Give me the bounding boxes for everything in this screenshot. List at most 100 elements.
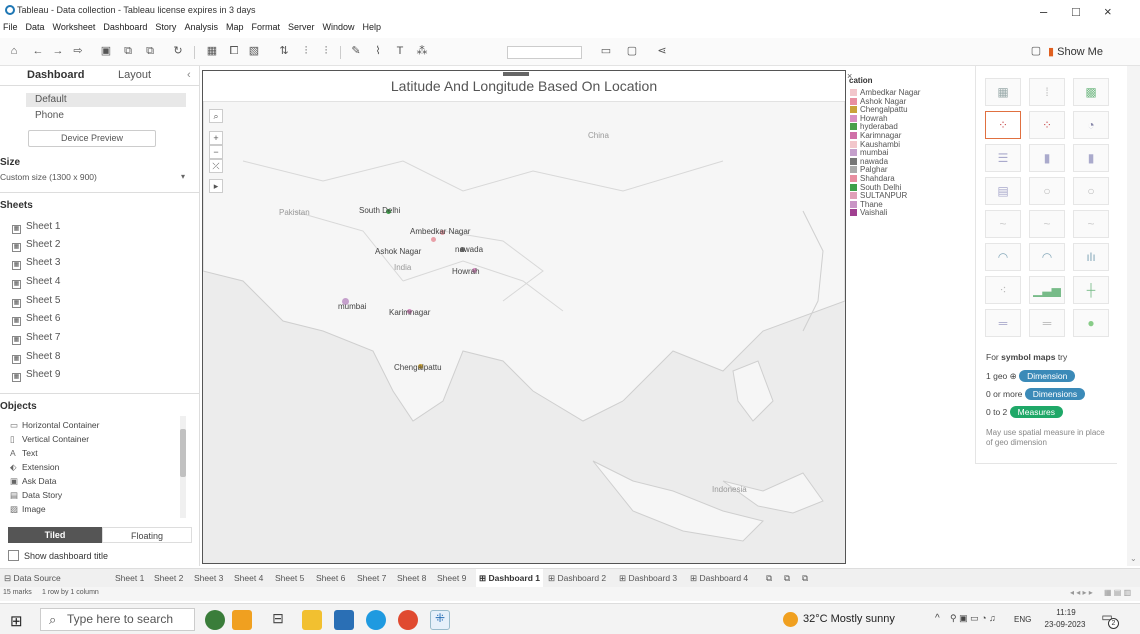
- sheet-item[interactable]: ▦ Sheet 3: [12, 257, 60, 270]
- tab-dashboard[interactable]: ⊞ Dashboard 3: [619, 573, 677, 584]
- tab-sheet[interactable]: Sheet 4: [234, 573, 263, 583]
- sheet-item[interactable]: ▦ Sheet 4: [12, 276, 60, 289]
- horizontal-bar-chart-icon[interactable]: ☰: [985, 144, 1021, 172]
- new-story-icon[interactable]: ⧉: [802, 573, 808, 584]
- menu-story[interactable]: Story: [155, 22, 176, 32]
- size-dropdown[interactable]: Custom size (1300 x 900): [0, 172, 97, 182]
- floating-button[interactable]: Floating: [102, 527, 192, 543]
- task-view-icon[interactable]: ⊟: [268, 610, 288, 630]
- sheet-item[interactable]: ▦ Sheet 5: [12, 295, 60, 308]
- side-by-side-bar-chart-icon[interactable]: ▮: [1073, 144, 1109, 172]
- save-icon[interactable]: ▣: [100, 45, 112, 57]
- text-table-chart-icon[interactable]: ▦: [985, 78, 1021, 106]
- taskbar-search[interactable]: ⌕ Type here to search: [40, 608, 195, 631]
- show-me-button[interactable]: ▮ Show Me: [1048, 45, 1103, 58]
- group-icon[interactable]: ⌇: [372, 45, 384, 57]
- tab-sheet[interactable]: Sheet 5: [275, 573, 304, 583]
- tab-dashboard[interactable]: Dashboard: [27, 69, 84, 81]
- zoom-in-button[interactable]: +: [209, 131, 223, 145]
- device-default[interactable]: Default: [26, 93, 186, 107]
- circle-view-chart-icon[interactable]: ○: [1029, 177, 1065, 205]
- tab-dashboard[interactable]: ⊞ Dashboard 4: [690, 573, 748, 584]
- reset-map-button[interactable]: ⤫: [209, 159, 223, 173]
- mail-icon[interactable]: [334, 610, 354, 630]
- line-discrete-chart-icon[interactable]: ~: [1029, 210, 1065, 238]
- packed-bubbles-chart-icon[interactable]: ●: [1073, 309, 1109, 337]
- treemap-chart-icon[interactable]: ▤: [985, 177, 1021, 205]
- menu-worksheet[interactable]: Worksheet: [53, 22, 96, 32]
- object-data-story[interactable]: ▤ Data Story: [10, 490, 62, 501]
- weather-text[interactable]: 32°C Mostly sunny: [803, 613, 895, 625]
- new-dashboard-icon[interactable]: ⧉: [784, 573, 790, 584]
- show-title-checkbox[interactable]: Show dashboard title: [8, 550, 108, 561]
- minimize-button[interactable]: –: [1040, 4, 1047, 19]
- redo-icon[interactable]: →: [52, 45, 64, 57]
- clock-time[interactable]: 11:19: [1046, 608, 1086, 617]
- object-image[interactable]: ▨ Image: [10, 504, 46, 515]
- tab-sheet[interactable]: Sheet 8: [397, 573, 426, 583]
- object-ask-data[interactable]: ▣ Ask Data: [10, 476, 57, 487]
- view-toggle-icon[interactable]: ▦ ▤ ▥: [1104, 588, 1131, 597]
- replace-data-icon[interactable]: ⇨: [72, 45, 84, 57]
- object-text[interactable]: A Text: [10, 448, 38, 458]
- maximize-button[interactable]: □: [1072, 4, 1080, 19]
- present-icon[interactable]: ▢: [1030, 45, 1042, 57]
- sheet-item[interactable]: ▦ Sheet 9: [12, 369, 60, 382]
- menu-server[interactable]: Server: [288, 22, 315, 32]
- undo-icon[interactable]: ←: [32, 45, 44, 57]
- device-phone[interactable]: Phone: [35, 110, 64, 121]
- object-extension[interactable]: ⬖ Extension: [10, 462, 59, 473]
- menu-map[interactable]: Map: [226, 22, 244, 32]
- tab-sheet[interactable]: Sheet 6: [316, 573, 345, 583]
- tableau-taskbar-icon[interactable]: ⁜: [430, 610, 450, 630]
- sort-asc-icon[interactable]: ⫶: [300, 45, 312, 57]
- chevron-down-icon[interactable]: ▾: [181, 172, 185, 181]
- refresh-icon[interactable]: ↻: [172, 45, 184, 57]
- map-tools-button[interactable]: ▸: [209, 179, 223, 193]
- app-icon[interactable]: [205, 610, 225, 630]
- box-plot-chart-icon[interactable]: ┼: [1073, 276, 1109, 304]
- tab-sheet[interactable]: Sheet 1: [115, 573, 144, 583]
- clock-date[interactable]: 23-09-2023: [1040, 620, 1090, 629]
- map-view[interactable]: China Pakistan India Indonesia South Del…: [203, 101, 845, 563]
- tooltip-icon[interactable]: ▢: [626, 45, 638, 57]
- side-by-side-circle-chart-icon[interactable]: ○: [1073, 177, 1109, 205]
- share-icon[interactable]: ⋖: [656, 45, 668, 57]
- tray-icons[interactable]: ⚲ ▣ ▭ ◔ ♫: [950, 613, 996, 624]
- symbol-map-chart-icon[interactable]: ⁘: [985, 111, 1021, 139]
- pause-updates-icon[interactable]: ⧉: [144, 45, 156, 57]
- menu-analysis[interactable]: Analysis: [184, 22, 218, 32]
- new-worksheet-icon[interactable]: ⧉: [766, 573, 772, 584]
- swap-icon[interactable]: ⇅: [278, 45, 290, 57]
- tab-sheet[interactable]: Sheet 2: [154, 573, 183, 583]
- filled-map-chart-icon[interactable]: ⁘: [1029, 111, 1065, 139]
- presentation-icon[interactable]: ▭: [600, 45, 612, 57]
- close-button[interactable]: ×: [1104, 4, 1112, 19]
- menu-file[interactable]: File: [3, 22, 18, 32]
- stacked-bar-chart-icon[interactable]: ▮: [1029, 144, 1065, 172]
- pie-chart-icon[interactable]: ◔: [1073, 111, 1109, 139]
- sort-desc-icon[interactable]: ⫶: [320, 45, 332, 57]
- legend-item[interactable]: Vaishali: [850, 208, 887, 217]
- tab-layout[interactable]: Layout: [118, 69, 151, 81]
- tab-sheet[interactable]: Sheet 3: [194, 573, 223, 583]
- clear-sheet-icon[interactable]: ▧: [248, 45, 260, 57]
- sheet-nav-icon[interactable]: ◂ ◂ ▸ ▸: [1070, 588, 1093, 597]
- gantt-chart-icon[interactable]: ═: [985, 309, 1021, 337]
- menu-help[interactable]: Help: [363, 22, 382, 32]
- drag-handle[interactable]: [503, 72, 529, 76]
- histogram-chart-icon[interactable]: ▁▃▅: [1029, 276, 1065, 304]
- menu-data[interactable]: Data: [26, 22, 45, 32]
- menu-window[interactable]: Window: [323, 22, 355, 32]
- device-preview-button[interactable]: Device Preview: [28, 130, 156, 147]
- language-indicator[interactable]: ENG: [1014, 615, 1031, 624]
- area-discrete-chart-icon[interactable]: ◠: [1029, 243, 1065, 271]
- heat-map-chart-icon[interactable]: ⁞: [1029, 78, 1065, 106]
- collapse-panel-icon[interactable]: ‹: [187, 69, 191, 81]
- area-continuous-chart-icon[interactable]: ◠: [985, 243, 1021, 271]
- labels-icon[interactable]: T: [394, 45, 406, 57]
- right-scrollbar[interactable]: [1127, 66, 1140, 566]
- new-worksheet-icon[interactable]: ▦: [206, 45, 218, 57]
- map-search-icon[interactable]: ⌕: [209, 109, 223, 123]
- menu-dashboard[interactable]: Dashboard: [103, 22, 147, 32]
